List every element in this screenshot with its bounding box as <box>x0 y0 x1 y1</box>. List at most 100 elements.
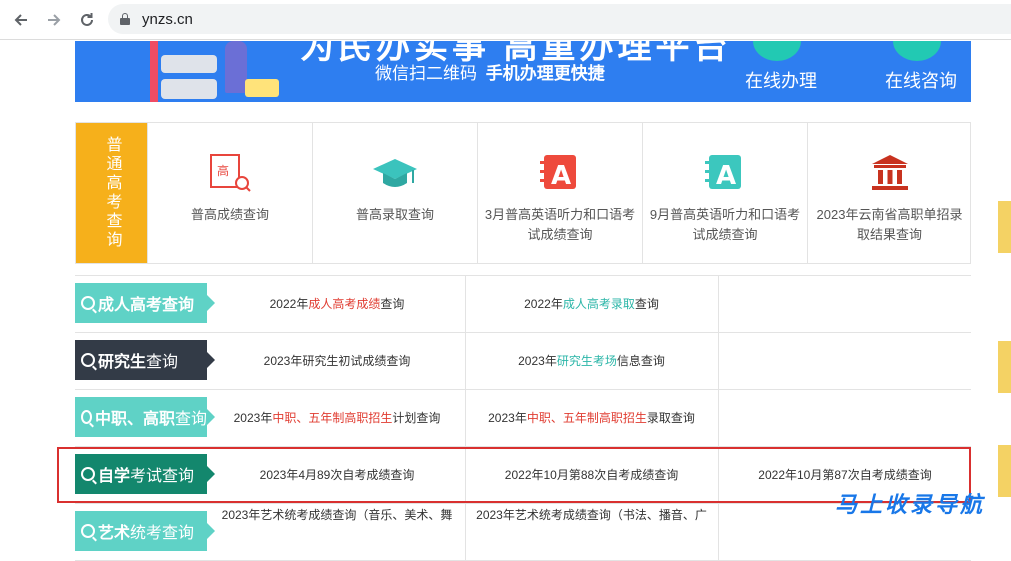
service-banner[interactable]: 为民办实事 高重办理平台 微信扫二维码 手机办理更快捷 在线办理 在线咨询 <box>75 41 971 102</box>
banner-subtitle-bold: 手机办理更快捷 <box>485 64 605 83</box>
english-a-icon: A <box>703 153 747 193</box>
link-highlight: 中职、五年制高职招生 <box>272 411 393 425</box>
link-post: 计划查询 <box>392 411 441 425</box>
side-ad[interactable] <box>998 201 1011 253</box>
lock-icon[interactable] <box>120 13 130 25</box>
category-tag-self-study[interactable]: 自学 考试查询 <box>75 454 215 494</box>
link-pre: 2022年10月第88次自考成绩查询 <box>504 468 679 482</box>
address-bar[interactable]: ynzs.cn <box>108 4 1011 34</box>
link-pre: 2023年艺术统考成绩查询（音乐、美术、舞 <box>221 508 453 522</box>
link-highlight: 成人高考成绩 <box>308 297 381 311</box>
category-tag-graduate[interactable]: 研究生 查询 <box>75 340 215 380</box>
query-link[interactable]: 2023年艺术统考成绩查询（书法、播音、广 <box>465 504 717 560</box>
link-post: 查询 <box>380 297 405 311</box>
query-link[interactable]: 2023年 研究生考场 信息查询 <box>465 333 717 389</box>
tag-bold: 成人高考查询 <box>98 297 195 314</box>
watermark-logo: 马上收录导航 <box>835 492 986 517</box>
arrow-right-icon[interactable] <box>42 8 66 32</box>
english-a-icon: A <box>538 153 582 193</box>
gaokao-score-query[interactable]: 高 普高成绩查询 <box>147 123 312 263</box>
search-icon <box>81 296 95 310</box>
institution-icon <box>868 153 912 193</box>
svg-text:A: A <box>551 161 571 191</box>
query-link[interactable]: 2023年4月89次自考成绩查询 <box>210 447 464 503</box>
query-link[interactable]: 2023年 中职、五年制高职招生 录取查询 <box>465 390 717 446</box>
decoration-block <box>161 55 217 73</box>
graduation-cap-icon <box>373 153 417 193</box>
link-pre: 2022年 <box>269 297 309 311</box>
tag-rest: 考试查询 <box>130 468 195 485</box>
online-consult-link[interactable]: 在线咨询 <box>885 67 957 93</box>
gaokao-item-label[interactable]: 3月普高英语听力和口语考试成绩查询 <box>482 205 638 245</box>
arrow-left-icon[interactable] <box>9 8 33 32</box>
banner-subtitle: 微信扫二维码 手机办理更快捷 <box>375 59 605 84</box>
online-consult-icon[interactable] <box>893 41 941 61</box>
link-pre: 2023年4月89次自考成绩查询 <box>259 468 415 482</box>
link-highlight: 研究生考场 <box>556 354 617 368</box>
query-row-graduate: 研究生 查询 2023年研究生初试成绩查询 2023年 研究生考场 信息查询 <box>75 333 971 390</box>
url-text[interactable]: ynzs.cn <box>142 11 193 28</box>
side-ad[interactable] <box>998 341 1011 393</box>
gaokao-side-label: 普通高考查询 <box>76 123 147 263</box>
banner-subtitle-text: 微信扫二维码 <box>375 64 477 83</box>
query-link[interactable]: 2022年 成人高考录取 查询 <box>465 276 717 332</box>
link-post: 信息查询 <box>616 354 665 368</box>
decoration-block <box>161 79 217 99</box>
svg-text:A: A <box>716 161 736 191</box>
category-tag-vocational[interactable]: 中职、高职 查询 <box>75 397 215 437</box>
gaokao-english-september-query[interactable]: A 9月普高英语听力和口语考试成绩查询 <box>642 123 807 263</box>
gaokao-item-label[interactable]: 普高录取查询 <box>317 205 473 225</box>
link-pre: 2022年 <box>524 297 563 311</box>
link-pre: 2023年 <box>488 411 527 425</box>
category-tag-art-exam[interactable]: 艺术 统考查询 <box>75 511 215 551</box>
link-post: 查询 <box>634 297 659 311</box>
search-icon <box>81 524 95 538</box>
search-icon <box>81 467 95 481</box>
query-link[interactable]: 2023年艺术统考成绩查询（音乐、美术、舞 <box>210 504 464 560</box>
empty-cell <box>718 390 971 446</box>
tag-rest: 查询 <box>174 411 207 428</box>
link-highlight: 中职、五年制高职招生 <box>526 411 647 425</box>
query-link[interactable]: 2023年研究生初试成绩查询 <box>210 333 464 389</box>
query-link[interactable]: 2022年10月第88次自考成绩查询 <box>465 447 717 503</box>
link-pre: 2023年 <box>233 411 273 425</box>
query-row-adult-exam: 成人高考查询 2022年 成人高考成绩 查询 2022年 成人高考录取 查询 <box>75 276 971 333</box>
gaokao-side-text: 普通高考查询 <box>103 136 121 250</box>
score-search-icon: 高 <box>208 153 252 193</box>
query-row-vocational: 中职、高职 查询 2023年 中职、五年制高职招生 计划查询 2023年 中职、五年制高… <box>75 390 971 447</box>
person-illustration <box>225 41 247 93</box>
tag-rest: 查询 <box>146 354 179 371</box>
tag-bold: 艺术 <box>98 525 131 542</box>
online-handle-link[interactable]: 在线办理 <box>745 67 817 93</box>
vocational-admission-result-query[interactable]: 2023年云南省高职单招录取结果查询 <box>807 123 971 263</box>
empty-cell <box>718 276 971 332</box>
link-pre: 2023年 <box>518 354 557 368</box>
query-link[interactable]: 2023年 中职、五年制高职招生 计划查询 <box>210 390 464 446</box>
tag-rest: 统考查询 <box>130 525 195 542</box>
link-pre: 2023年研究生初试成绩查询 <box>263 354 411 368</box>
tag-bold: 中职、高职 <box>94 411 175 428</box>
online-handle-icon[interactable] <box>753 41 801 61</box>
search-icon <box>81 353 95 367</box>
gaokao-item-label[interactable]: 普高成绩查询 <box>152 205 308 225</box>
empty-cell <box>718 333 971 389</box>
category-tag-adult-exam[interactable]: 成人高考查询 <box>75 283 215 323</box>
link-highlight: 成人高考录取 <box>562 297 635 311</box>
search-icon <box>81 410 92 424</box>
gaokao-english-march-query[interactable]: A 3月普高英语听力和口语考试成绩查询 <box>477 123 642 263</box>
link-post: 录取查询 <box>646 411 695 425</box>
gaokao-item-label[interactable]: 9月普高英语听力和口语考试成绩查询 <box>647 205 803 245</box>
gaokao-query-section: 普通高考查询 高 普高成绩查询 普高录取查询 A 3月普高英语听力和口语考试成绩… <box>75 122 971 264</box>
page-content: 为民办实事 高重办理平台 微信扫二维码 手机办理更快捷 在线办理 在线咨询 普通… <box>0 41 1011 561</box>
gaokao-admission-query[interactable]: 普高录取查询 <box>312 123 477 263</box>
tag-bold: 自学 <box>98 468 131 485</box>
link-pre: 2022年10月第87次自考成绩查询 <box>758 468 932 482</box>
decoration-bar <box>150 41 158 102</box>
tag-bold: 研究生 <box>98 354 147 371</box>
reload-icon[interactable] <box>75 8 99 32</box>
query-link[interactable]: 2022年 成人高考成绩 查询 <box>210 276 464 332</box>
gaokao-item-label[interactable]: 2023年云南省高职单招录取结果查询 <box>812 205 967 245</box>
decoration-block <box>245 79 279 97</box>
svg-text:高: 高 <box>217 163 229 178</box>
side-ad[interactable] <box>998 445 1011 497</box>
